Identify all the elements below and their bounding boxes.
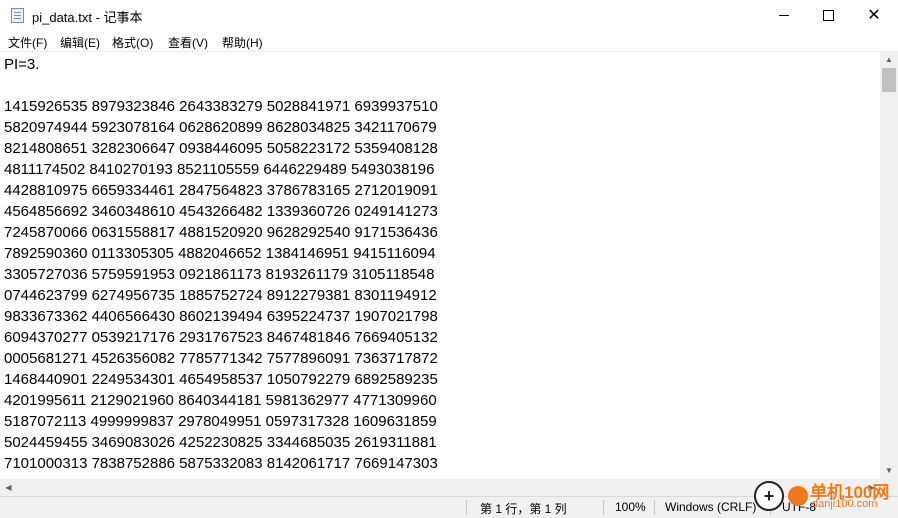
text-line: 5024459455 3469083026 4252230825 3344685…: [4, 434, 437, 451]
watermark-dot-icon: [788, 486, 808, 506]
zoom-level: 100%: [615, 500, 646, 514]
line-ending: Windows (CRLF): [665, 500, 757, 514]
text-editor[interactable]: PI=3. 1415926535 8979323846 2643383279 5…: [0, 51, 880, 480]
watermark-url: danji100.com: [812, 498, 878, 510]
cursor-position: 第 1 行，第 1 列: [480, 502, 567, 516]
menu-edit[interactable]: 编辑(E): [60, 34, 100, 51]
menu-file[interactable]: 文件(F): [8, 34, 47, 51]
scroll-up-icon[interactable]: ▲: [880, 51, 898, 68]
text-line: 7892590360 0113305305 4882046652 1384146…: [4, 245, 436, 262]
scroll-left-icon[interactable]: ◀: [0, 479, 17, 496]
maximize-button[interactable]: [806, 0, 850, 31]
text-line: 6094370277 0539217176 2931767523 8467481…: [4, 329, 438, 346]
text-line: 4428810975 6659334461 2847564823 3786783…: [4, 182, 438, 199]
minimize-button[interactable]: [762, 0, 806, 31]
status-divider: [654, 500, 655, 515]
window-title: pi_data.txt - 记事本: [32, 10, 143, 25]
text-line: 7245870066 0631558817 4881520920 9628292…: [4, 224, 438, 241]
vertical-scrollbar[interactable]: ▲ ▼: [880, 51, 898, 479]
text-line: 3305727036 5759591953 0921861173 8193261…: [4, 266, 435, 283]
text-line: 4201995611 2129021960 8640344181 5981362…: [4, 392, 437, 409]
maximize-icon: [822, 10, 834, 21]
text-line: 8214808651 3282306647 0938446095 5058223…: [4, 140, 438, 157]
vertical-scroll-thumb[interactable]: [882, 68, 896, 92]
text-line: 4811174502 8410270193 8521105559 6446229…: [4, 161, 435, 178]
text-line: 9833673362 4406566430 8602139494 6395224…: [4, 308, 438, 325]
close-icon: ✕: [867, 6, 881, 24]
text-line: PI=3.: [4, 56, 40, 73]
minimize-icon: [779, 15, 789, 16]
text-line: [4, 75, 438, 96]
text-line: 0005681271 4526356082 7785771342 7577896…: [4, 350, 438, 367]
notepad-icon: [11, 8, 24, 23]
text-line: 5187072113 4999999837 2978049951 0597317…: [4, 413, 437, 430]
text-line: 1415926535 8979323846 2643383279 5028841…: [4, 98, 438, 115]
scroll-down-icon[interactable]: ▼: [880, 462, 898, 479]
menu-bar: 文件(F) 编辑(E) 格式(O) 查看(V) 帮助(H): [0, 31, 898, 51]
editor-content[interactable]: PI=3. 1415926535 8979323846 2643383279 5…: [4, 54, 438, 480]
status-divider: [466, 500, 467, 515]
watermark-plus-icon: +: [763, 485, 775, 506]
text-line: 5820974944 5923078164 0628620899 8628034…: [4, 119, 437, 136]
menu-format[interactable]: 格式(O): [112, 34, 153, 51]
menu-view[interactable]: 查看(V): [168, 34, 208, 51]
text-line: 0744623799 6274956735 1885752724 8912279…: [4, 287, 437, 304]
text-line: 1468440901 2249534301 4654958537 1050792…: [4, 371, 438, 388]
close-button[interactable]: ✕: [852, 0, 896, 31]
status-divider: [603, 500, 604, 515]
text-line: 4564856692 3460348610 4543266482 1339360…: [4, 203, 438, 220]
menu-help[interactable]: 帮助(H): [222, 34, 263, 51]
title-bar: pi_data.txt - 记事本 ✕: [0, 0, 898, 31]
text-line: 7101000313 7838752886 5875332083 8142061…: [4, 455, 438, 472]
watermark-logo: + 单机100网 danji100.com: [748, 478, 898, 518]
